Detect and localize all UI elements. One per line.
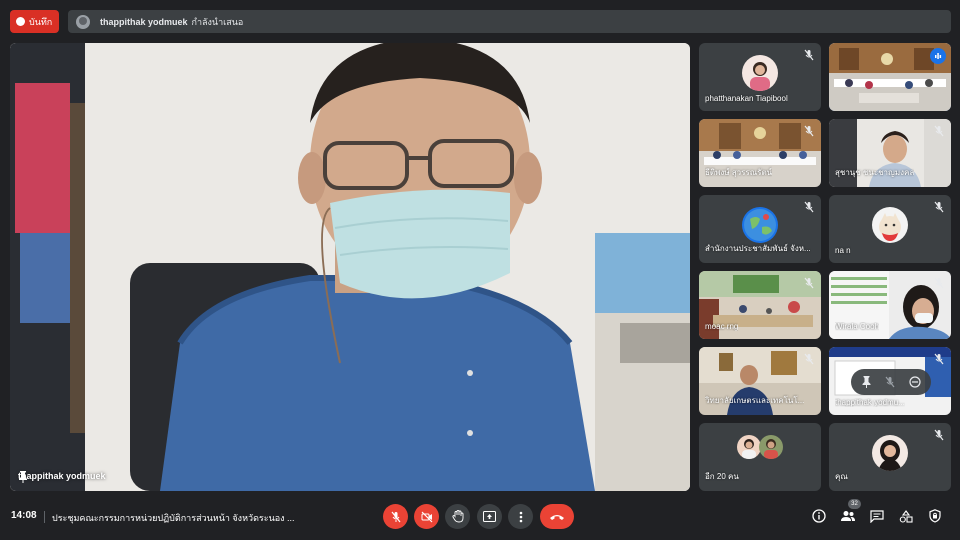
record-label: บันทึก [29,16,53,27]
main-video-feed[interactable]: thappithak yodmuek [10,43,690,491]
avatar [759,435,783,459]
participant-tile[interactable]: สุชานุช ชนะชาญมงคล [829,119,951,187]
participants-button[interactable] [839,507,857,525]
mic-off-icon [391,511,400,522]
self-tile[interactable]: คุณ [829,423,951,491]
meeting-clock: 14:08 [11,510,37,521]
participant-tile[interactable]: Wirala Cooh [829,271,951,339]
mic-off-icon [934,201,944,213]
chat-button[interactable] [868,507,886,525]
record-dot-icon [16,17,25,26]
main-video-scene [10,43,690,491]
more-options-button[interactable] [508,504,533,529]
toggle-mic-button[interactable] [383,504,408,529]
more-vert-icon [519,511,522,522]
presenter-avatar [76,14,90,29]
mute-mic-icon[interactable] [884,376,896,388]
participant-name: คุณ [835,472,848,481]
shield-lock-icon [929,509,941,523]
participant-tile[interactable]: phatthanakan Tiapibool [699,43,821,111]
avatar [742,207,778,243]
chat-icon [870,509,884,523]
bottom-toolbar: 14:08 ประชุมคณะกรรมการหน่วยปฏิบัติการส่ว… [0,496,960,540]
avatar [742,55,778,91]
presenter-name: thappithak yodmuek [100,16,188,27]
mic-off-icon [804,125,814,137]
participant-name: na n [835,246,851,255]
record-button[interactable]: บันทึก [10,10,59,33]
participant-count-badge: 32 [848,499,861,509]
participant-tile[interactable] [829,43,951,111]
meeting-details-button[interactable] [810,507,828,525]
mic-off-icon [934,125,944,137]
participant-tile[interactable]: na n [829,195,951,263]
participant-name: Wirala Cooh [835,322,880,331]
others-count: อีก 20 คน [705,472,739,481]
avatar [737,435,761,459]
pin-icon[interactable] [18,471,28,483]
participant-tile[interactable]: ธีติพงษ์ สุวรรณรัตน์ [699,119,821,187]
participant-name: วิทยาลัยเกษตรและเทคโนโ... [705,396,805,405]
mic-off-icon [934,353,944,365]
mic-off-icon [804,353,814,365]
toggle-camera-button[interactable] [414,504,439,529]
remove-icon[interactable] [909,376,921,388]
participant-tile[interactable]: วิทยาลัยเกษตรและเทคโนโ... [699,347,821,415]
participant-name: สำนักงานประชาสัมพันธ์ จังห... [705,244,811,253]
participant-name: thappithak yodmu... [835,398,905,407]
mic-off-icon [804,277,814,289]
speaking-indicator-icon [930,48,946,64]
presenting-banner[interactable]: thappithak yodmuek กำลังนำเสนอ [68,10,951,33]
activities-button[interactable] [897,507,915,525]
presenting-text: กำลังนำเสนอ [191,16,244,27]
main-participant-label: thappithak yodmuek [18,471,106,483]
mic-off-icon [804,201,814,213]
mic-off-icon [804,49,814,61]
pin-icon[interactable] [861,376,872,388]
avatar [872,435,908,471]
main-participant-name: thappithak yodmuek [18,471,106,481]
others-tile[interactable]: อีก 20 คน [699,423,821,491]
participant-name: phatthanakan Tiapibool [705,94,788,103]
mic-off-icon [934,277,944,289]
info-icon [812,509,826,523]
present-screen-button[interactable] [477,504,502,529]
avatar [872,207,908,243]
mic-off-icon [934,429,944,441]
shapes-icon [899,509,913,523]
people-icon [841,511,855,521]
participant-name: ธีติพงษ์ สุวรรณรัตน์ [705,168,773,177]
present-screen-icon [483,511,496,522]
camera-off-icon [421,511,432,522]
divider [44,511,45,523]
participant-name: moac rng [705,322,739,331]
hand-icon [451,510,463,523]
participant-name: สุชานุช ชนะชาญมงคล [835,168,915,177]
leave-call-button[interactable] [540,504,574,529]
raise-hand-button[interactable] [445,504,470,529]
meeting-title: ประชุมคณะกรรมการหน่วยปฏิบัติการส่วนหน้า … [52,513,295,523]
participant-tile[interactable]: thappithak yodmu... [829,347,951,415]
tile-hover-controls [851,369,931,395]
hang-up-icon [550,514,564,520]
host-controls-button[interactable] [926,507,944,525]
participant-tile[interactable]: สำนักงานประชาสัมพันธ์ จังห... [699,195,821,263]
participant-tile[interactable]: moac rng [699,271,821,339]
